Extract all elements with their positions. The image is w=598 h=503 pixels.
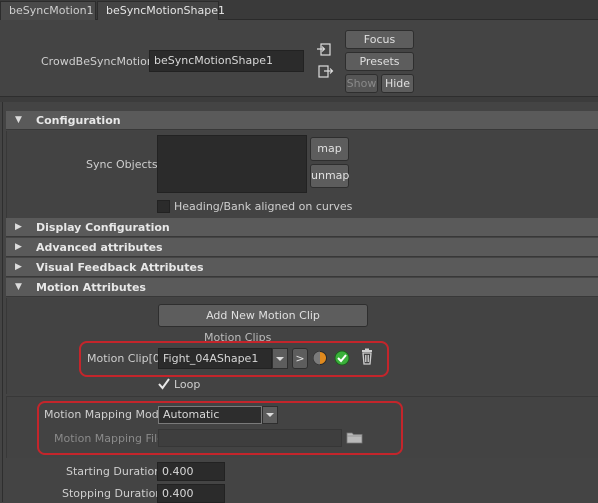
section-advanced-attributes[interactable]: ▶ Advanced attributes [6, 238, 598, 257]
output-connection-icon[interactable] [318, 64, 334, 83]
mapping-mode-dropdown[interactable]: Automatic [158, 406, 262, 424]
section-visual-title: Visual Feedback Attributes [36, 261, 204, 274]
input-connection-icon[interactable] [316, 42, 332, 61]
mapping-dropdown-arrow-icon[interactable] [262, 406, 278, 424]
section-advanced-title: Advanced attributes [36, 241, 163, 254]
heading-bank-label: Heading/Bank aligned on curves [174, 200, 353, 213]
section-visual-feedback[interactable]: ▶ Visual Feedback Attributes [6, 258, 598, 277]
focus-button[interactable]: Focus [345, 30, 414, 49]
show-button[interactable]: Show [345, 74, 378, 93]
collapsed-arrow-icon: ▶ [15, 242, 22, 252]
delete-trash-icon[interactable] [359, 348, 375, 369]
section-motion-title: Motion Attributes [36, 281, 146, 294]
expanded-arrow-icon: ▼ [15, 115, 22, 125]
mapping-file-label: Motion Mapping File [54, 432, 164, 445]
mapping-file-field[interactable] [158, 429, 342, 447]
sync-objects-list[interactable] [157, 135, 307, 193]
node-type-label: CrowdBeSyncMotion: [41, 55, 158, 68]
tab-besyncmotion1[interactable]: beSyncMotion1 [0, 1, 96, 20]
folder-icon[interactable] [346, 430, 364, 447]
mapping-mode-label: Motion Mapping Mode [44, 408, 166, 421]
section-display-title: Display Configuration [36, 221, 170, 234]
starting-duration-label: Starting Duration [66, 465, 162, 478]
section-motion-attributes[interactable]: ▼ Motion Attributes [6, 278, 598, 297]
add-motion-clip-button[interactable]: Add New Motion Clip [158, 304, 368, 327]
clip-dropdown-arrow-icon[interactable] [272, 348, 288, 369]
tab-besyncmotionshape1[interactable]: beSyncMotionShape1 [97, 1, 225, 21]
hide-button[interactable]: Hide [381, 74, 414, 93]
collapsed-arrow-icon: ▶ [15, 222, 22, 232]
unmap-button[interactable]: unmap [310, 164, 349, 188]
loop-checkbox[interactable] [157, 377, 171, 394]
clip-preview-icon[interactable] [312, 350, 328, 369]
section-configuration-title: Configuration [36, 114, 121, 127]
next-clip-button[interactable]: > [292, 348, 308, 369]
validate-check-icon[interactable] [334, 350, 350, 369]
loop-label: Loop [174, 378, 201, 391]
collapsed-arrow-icon: ▶ [15, 262, 22, 272]
motion-clip-label: Motion Clip[0] [87, 352, 165, 365]
starting-duration-field[interactable]: 0.400 [157, 462, 225, 481]
stopping-duration-field[interactable]: 0.400 [157, 484, 225, 503]
map-button[interactable]: map [310, 137, 349, 161]
presets-button[interactable]: Presets [345, 52, 414, 71]
stopping-duration-label: Stopping Duration [62, 487, 163, 500]
node-name-field[interactable]: beSyncMotionShape1 [149, 50, 304, 72]
section-display-configuration[interactable]: ▶ Display Configuration [6, 218, 598, 237]
sync-objects-label: Sync Objects [86, 158, 158, 171]
heading-bank-checkbox[interactable] [157, 200, 170, 213]
expanded-arrow-icon: ▼ [15, 282, 22, 292]
motion-clip-dropdown[interactable]: Fight_04AShape1 [158, 348, 272, 369]
section-configuration[interactable]: ▼ Configuration [6, 111, 598, 130]
